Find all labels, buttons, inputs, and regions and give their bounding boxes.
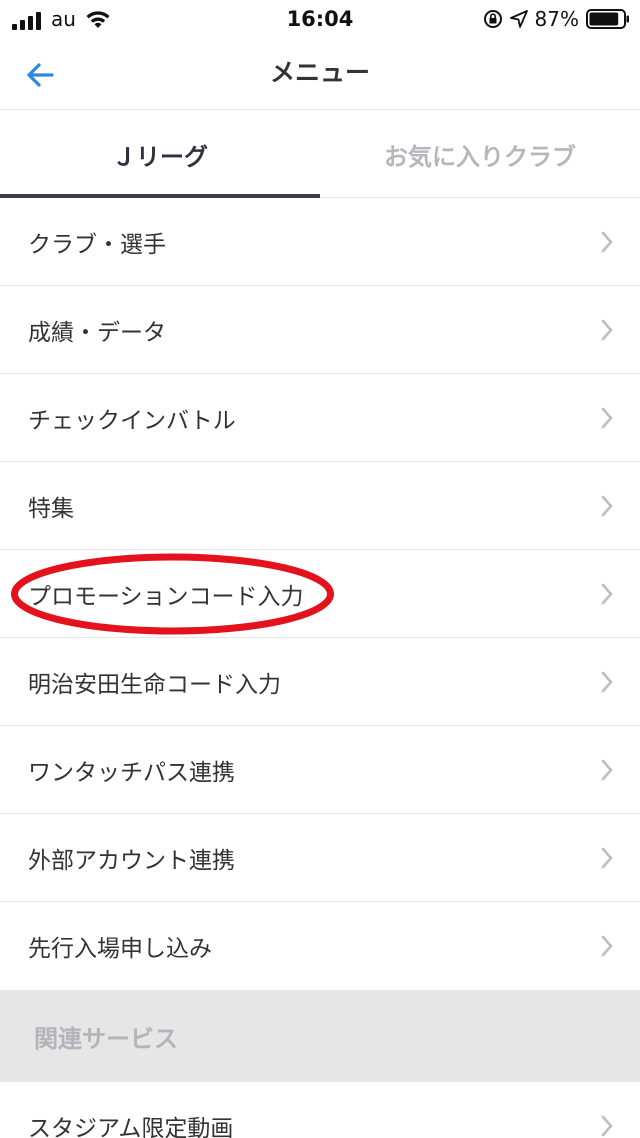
menu-item-label: 外部アカウント連携 bbox=[28, 848, 235, 874]
related-services-list: スタジアム限定動画 bbox=[0, 1082, 640, 1138]
menu-item-stadium-videos[interactable]: スタジアム限定動画 bbox=[0, 1082, 640, 1138]
menu-item-label: ワンタッチパス連携 bbox=[28, 760, 235, 786]
menu-item-external-account[interactable]: 外部アカウント連携 bbox=[0, 814, 640, 902]
tab-favorite-club[interactable]: お気に入りクラブ bbox=[320, 110, 640, 198]
chevron-right-icon bbox=[601, 671, 613, 693]
menu-item-meiji-yasuda-code[interactable]: 明治安田生命コード入力 bbox=[0, 638, 640, 726]
menu-item-stats-data[interactable]: 成績・データ bbox=[0, 286, 640, 374]
page-title: メニュー bbox=[269, 58, 370, 87]
menu-item-checkin-battle[interactable]: チェックインバトル bbox=[0, 374, 640, 462]
tab-j-league[interactable]: Ｊリーグ bbox=[0, 110, 320, 198]
menu-item-features[interactable]: 特集 bbox=[0, 462, 640, 550]
menu-item-label: プロモーションコード入力 bbox=[28, 584, 304, 610]
chevron-right-icon bbox=[601, 1115, 613, 1137]
chevron-right-icon bbox=[601, 935, 613, 957]
menu-item-label: 成績・データ bbox=[28, 320, 166, 346]
signal-icon bbox=[12, 12, 41, 30]
status-right: 87% bbox=[483, 6, 630, 32]
section-title: 関連サービス bbox=[34, 1024, 178, 1053]
menu-list: クラブ・選手 成績・データ チェックインバトル 特集 プロモーションコード入力 … bbox=[0, 198, 640, 990]
menu-item-label: 明治安田生命コード入力 bbox=[28, 672, 281, 698]
chevron-right-icon bbox=[601, 495, 613, 517]
battery-percent: 87% bbox=[534, 7, 579, 31]
status-left: au bbox=[12, 8, 112, 30]
menu-item-label: チェックインバトル bbox=[28, 408, 236, 434]
menu-item-label: 特集 bbox=[28, 496, 74, 522]
wifi-icon bbox=[86, 11, 110, 28]
status-bar: au 16:04 87% bbox=[0, 0, 640, 38]
menu-item-club-players[interactable]: クラブ・選手 bbox=[0, 198, 640, 286]
carrier-label: au bbox=[51, 7, 76, 31]
chevron-right-icon bbox=[601, 759, 613, 781]
menu-item-label: 先行入場申し込み bbox=[28, 936, 212, 962]
chevron-right-icon bbox=[601, 319, 613, 341]
battery-icon bbox=[586, 9, 629, 29]
menu-item-label: クラブ・選手 bbox=[28, 232, 166, 258]
chevron-right-icon bbox=[601, 407, 613, 429]
rotation-lock-icon bbox=[483, 10, 502, 28]
menu-item-early-entry[interactable]: 先行入場申し込み bbox=[0, 902, 640, 990]
location-icon bbox=[509, 10, 528, 28]
menu-item-promotion-code[interactable]: プロモーションコード入力 bbox=[0, 550, 640, 638]
tab-bar: Ｊリーグ お気に入りクラブ bbox=[0, 110, 640, 198]
nav-bar: メニュー bbox=[0, 38, 640, 110]
chevron-right-icon bbox=[601, 231, 613, 253]
section-header-related-services: 関連サービス bbox=[0, 990, 640, 1082]
menu-item-one-touch-pass[interactable]: ワンタッチパス連携 bbox=[0, 726, 640, 814]
chevron-right-icon bbox=[601, 583, 613, 605]
chevron-right-icon bbox=[601, 847, 613, 869]
menu-item-label: スタジアム限定動画 bbox=[28, 1116, 234, 1138]
